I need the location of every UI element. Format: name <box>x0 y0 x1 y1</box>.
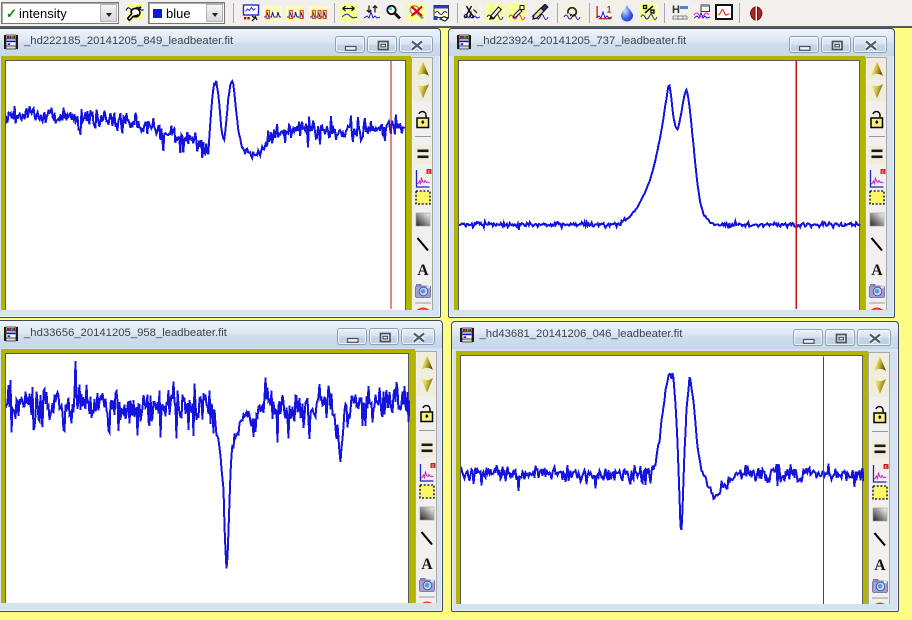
svg-text:c: c <box>432 463 435 469</box>
svg-text:H: H <box>672 4 680 16</box>
svg-text:A: A <box>421 556 433 573</box>
svg-text:A: A <box>417 262 429 279</box>
svg-text:c: c <box>885 464 888 470</box>
svg-text:1: 1 <box>607 5 612 15</box>
svg-text:A: A <box>871 262 883 279</box>
svg-text:A: A <box>874 557 886 574</box>
svg-text:c: c <box>428 169 431 175</box>
svg-text:c: c <box>882 169 885 175</box>
